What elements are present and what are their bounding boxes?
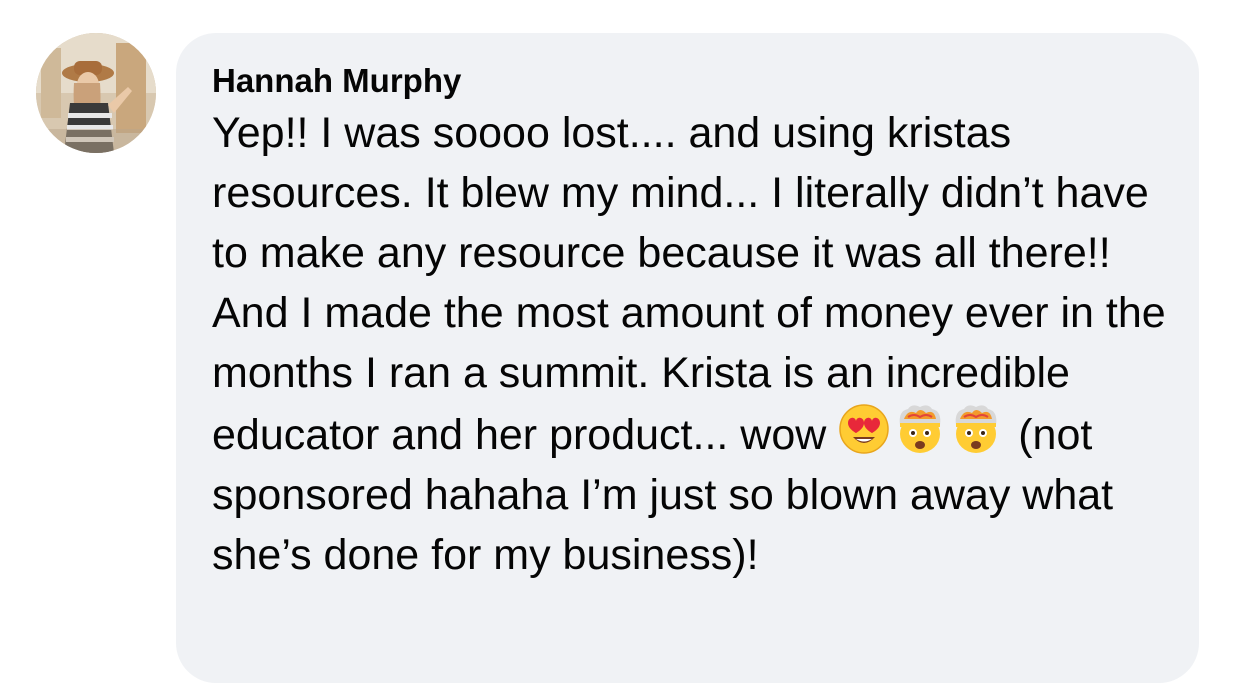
comment-text-part1: Yep!! I was soooo lost.... and using kri…: [212, 109, 1178, 459]
exploding-head-emoji-icon: [950, 403, 1002, 455]
comment-row: Hannah Murphy Yep!! I was soooo lost....…: [0, 0, 1242, 690]
comment-body: Yep!! I was soooo lost.... and using kri…: [212, 103, 1169, 585]
comment-author[interactable]: Hannah Murphy: [212, 61, 1169, 101]
avatar-photo: [36, 33, 156, 153]
heart-eyes-emoji-icon: [838, 403, 890, 455]
exploding-head-emoji-icon: [894, 403, 946, 455]
avatar[interactable]: [36, 33, 156, 153]
comment-bubble: Hannah Murphy Yep!! I was soooo lost....…: [176, 33, 1199, 683]
